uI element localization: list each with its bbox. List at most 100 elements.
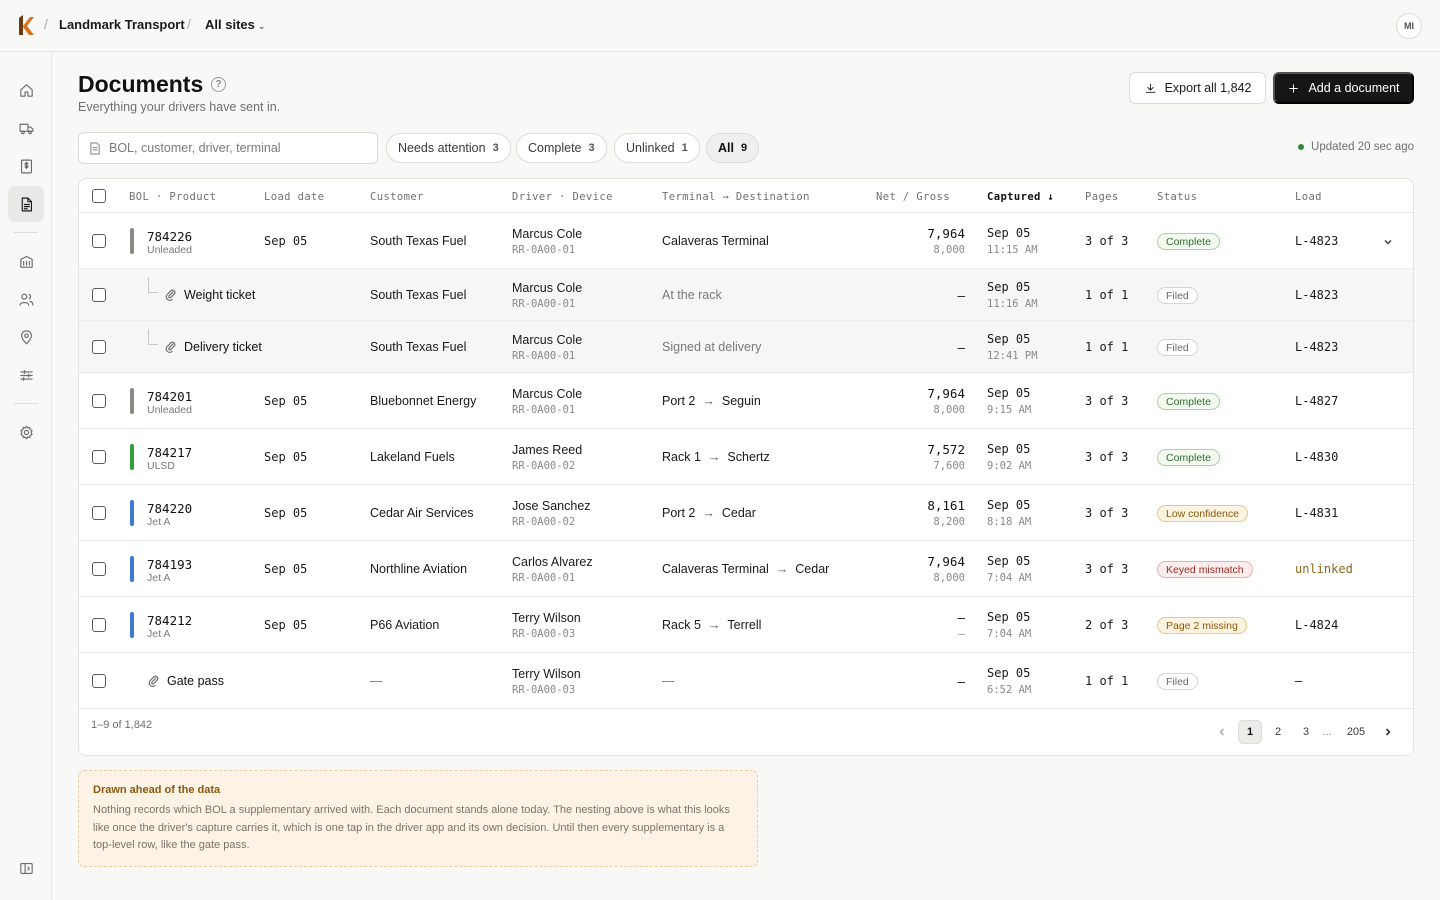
driver: Jose Sanchez (512, 499, 591, 513)
product-color-bar (130, 556, 134, 582)
load-id[interactable]: L-4823 (1295, 340, 1338, 354)
nav-billing[interactable] (8, 148, 44, 184)
attachment-name[interactable]: Gate pass (167, 674, 224, 688)
help-icon[interactable]: ? (211, 77, 226, 92)
paperclip-icon (164, 288, 177, 301)
nav-controls[interactable] (8, 357, 44, 393)
load-id[interactable]: L-4823 (1295, 234, 1338, 248)
nav-home[interactable] (8, 72, 44, 108)
table-row[interactable]: 784201 Unleaded Sep 05 Bluebonnet Energy… (79, 373, 1413, 429)
attachment-name[interactable]: Weight ticket (184, 288, 255, 302)
filter-complete[interactable]: Complete 3 (516, 133, 607, 163)
nav-documents[interactable] (8, 186, 44, 222)
customer: Lakeland Fuels (370, 450, 455, 464)
table-row-attachment[interactable]: Delivery ticket South Texas Fuel Marcus … (79, 321, 1413, 373)
row-checkbox[interactable] (92, 394, 106, 408)
col-load-date[interactable]: Load date (264, 191, 325, 203)
page-button-last[interactable]: 205 (1341, 720, 1371, 744)
bol-number[interactable]: 784217 (147, 445, 192, 460)
filter-all[interactable]: All 9 (706, 133, 760, 163)
bol-number[interactable]: 784193 (147, 557, 192, 572)
row-checkbox[interactable] (92, 674, 106, 688)
page-button-3[interactable]: 3 (1294, 720, 1318, 744)
table-row[interactable]: Gate pass — Terry Wilson RR-0A00-03 — — … (79, 653, 1413, 709)
breadcrumb-org[interactable]: Landmark Transport (59, 17, 185, 32)
pages: 2 of 3 (1085, 618, 1129, 632)
expand-row-button[interactable] (1382, 235, 1394, 247)
row-checkbox[interactable] (92, 450, 106, 464)
filter-count: 1 (681, 142, 688, 154)
add-document-button[interactable]: Add a document (1273, 72, 1414, 104)
col-bol[interactable]: BOL · Product (129, 191, 216, 203)
attachment-name[interactable]: Delivery ticket (184, 340, 262, 354)
table-row[interactable]: 784212 Jet A Sep 05 P66 Aviation Terry W… (79, 597, 1413, 653)
destination: Seguin (721, 394, 761, 408)
table-row[interactable]: 784226 Unleaded Sep 05 South Texas Fuel … (79, 213, 1413, 269)
row-checkbox[interactable] (92, 506, 106, 520)
users-icon (19, 293, 33, 306)
row-checkbox[interactable] (92, 234, 106, 248)
row-checkbox[interactable] (92, 340, 106, 354)
brand-logo-icon[interactable] (16, 14, 36, 36)
tree-connector (148, 277, 158, 293)
next-page-button[interactable] (1376, 720, 1400, 744)
export-button[interactable]: Export all 1,842 (1129, 72, 1266, 104)
filter-count: 3 (492, 142, 499, 154)
table-row[interactable]: 784220 Jet A Sep 05 Cedar Air Services J… (79, 485, 1413, 541)
download-icon (1145, 83, 1155, 93)
col-net-gross[interactable]: Net / Gross (876, 191, 950, 203)
col-pages[interactable]: Pages (1085, 191, 1119, 203)
paperclip-icon (147, 674, 160, 687)
load-id[interactable]: L-4831 (1295, 506, 1338, 520)
load-id[interactable]: L-4827 (1295, 394, 1338, 408)
table-row[interactable]: 784217 ULSD Sep 05 Lakeland Fuels James … (79, 429, 1413, 485)
filter-needs-attention[interactable]: Needs attention 3 (386, 133, 511, 163)
nav-settings[interactable] (8, 414, 44, 450)
col-route[interactable]: Terminal → Destination (662, 191, 810, 203)
page-button-1[interactable]: 1 (1238, 720, 1262, 744)
nav-locations[interactable] (8, 319, 44, 355)
nav-terminals[interactable] (8, 243, 44, 279)
net-volume: 8,161 (927, 498, 965, 513)
site-selector[interactable]: All sites ⌄ (205, 17, 265, 32)
row-checkbox[interactable] (92, 562, 106, 576)
load-id[interactable]: L-4823 (1295, 288, 1338, 302)
col-load[interactable]: Load (1295, 191, 1322, 203)
col-customer[interactable]: Customer (370, 191, 424, 203)
col-captured[interactable]: Captured ↓ (987, 191, 1054, 203)
search-box[interactable] (78, 132, 378, 164)
row-checkbox[interactable] (92, 618, 106, 632)
net-volume: 7,964 (927, 386, 965, 401)
collapse-sidebar-button[interactable] (8, 850, 44, 886)
search-input[interactable] (109, 141, 359, 155)
product: Unleaded (147, 244, 192, 256)
bol-number[interactable]: 784226 (147, 229, 192, 244)
col-driver[interactable]: Driver · Device (512, 191, 613, 203)
prev-page-button[interactable] (1210, 720, 1234, 744)
load-date: Sep 05 (264, 506, 308, 520)
table-row[interactable]: 784193 Jet A Sep 05 Northline Aviation C… (79, 541, 1413, 597)
net-volume: — (957, 674, 965, 689)
note-title: Drawn ahead of the data (93, 784, 221, 796)
bol-number[interactable]: 784212 (147, 613, 192, 628)
load-id[interactable]: unlinked (1295, 562, 1353, 576)
row-checkbox[interactable] (92, 288, 106, 302)
terminal: Calaveras Terminal (662, 562, 769, 576)
bol-number[interactable]: 784201 (147, 389, 192, 404)
select-all-checkbox[interactable] (92, 189, 106, 203)
page-button-2[interactable]: 2 (1266, 720, 1290, 744)
load-id[interactable]: L-4824 (1295, 618, 1338, 632)
bol-number[interactable]: 784220 (147, 501, 192, 516)
table-row-attachment[interactable]: Weight ticket South Texas Fuel Marcus Co… (79, 269, 1413, 321)
col-status[interactable]: Status (1157, 191, 1197, 203)
sidebar (0, 52, 52, 900)
filter-label: All (718, 141, 734, 155)
load-id[interactable]: L-4830 (1295, 450, 1338, 464)
nav-drivers[interactable] (8, 281, 44, 317)
avatar[interactable]: MI (1396, 13, 1422, 39)
route: Rack 5 → Terrell (662, 618, 761, 632)
arrow-right-icon: → (707, 450, 721, 464)
net-volume: — (957, 340, 965, 355)
filter-unlinked[interactable]: Unlinked 1 (614, 133, 700, 163)
nav-trucks[interactable] (8, 110, 44, 146)
